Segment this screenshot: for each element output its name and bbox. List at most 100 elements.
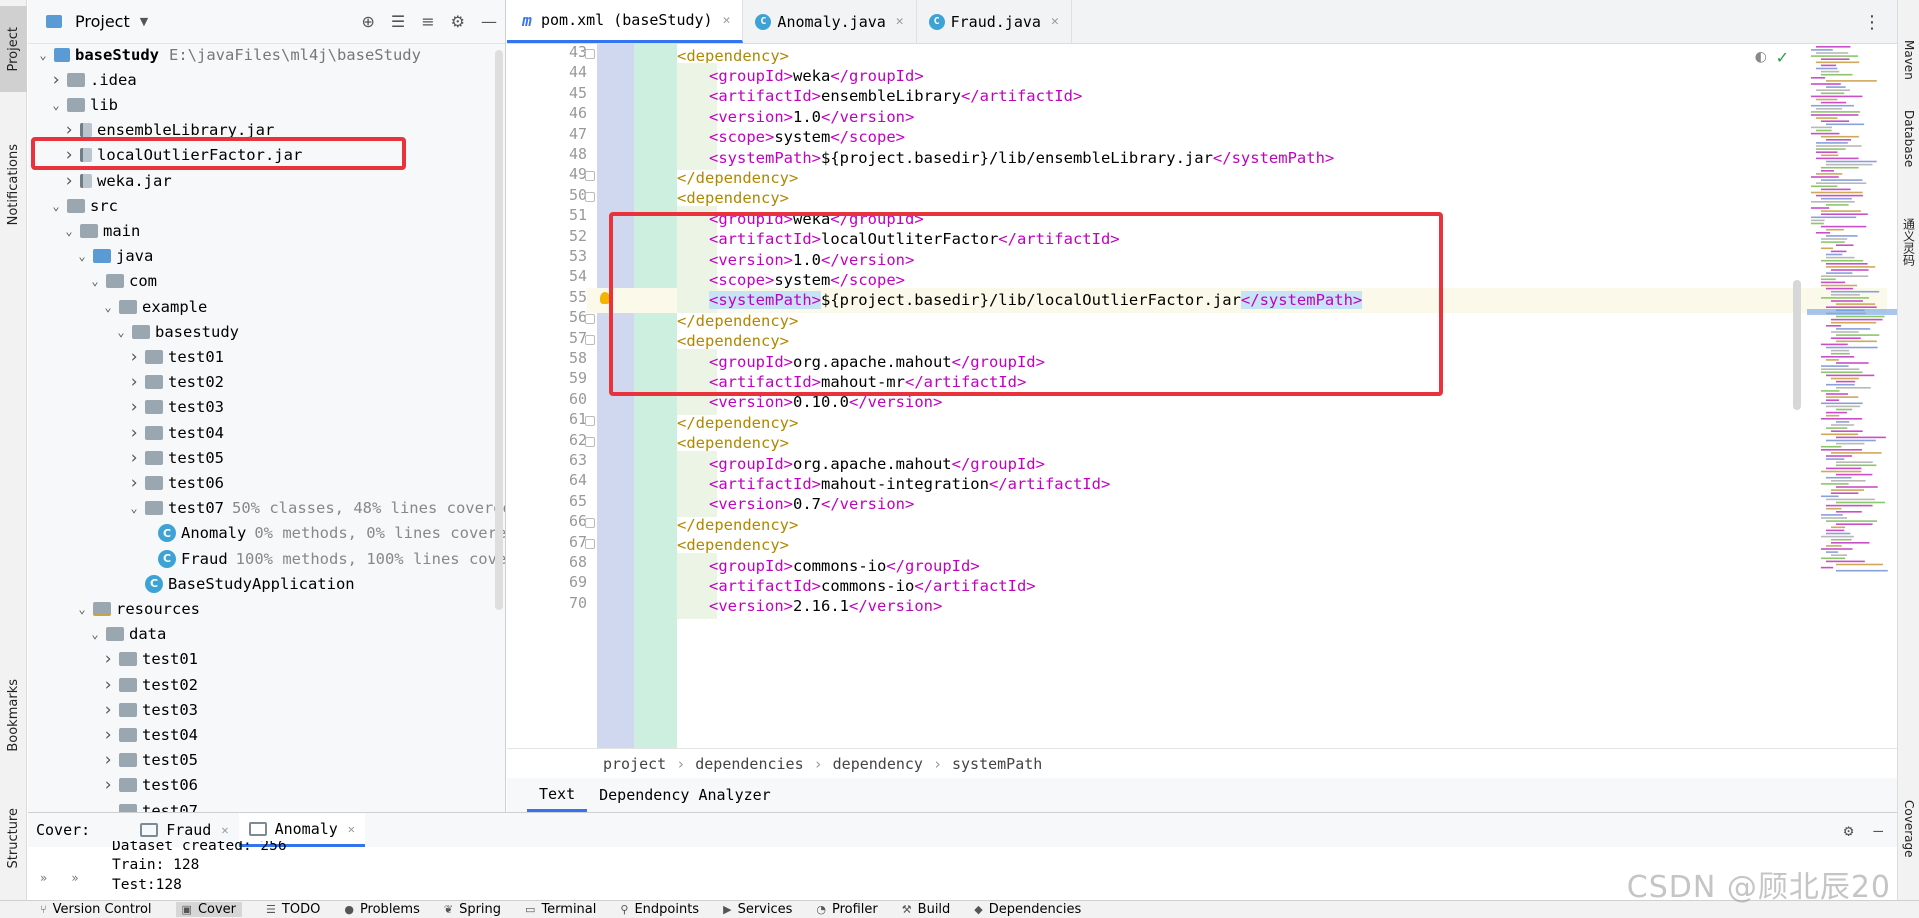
bookmarks-tool-tab[interactable]: Bookmarks	[0, 665, 27, 765]
tree-item[interactable]: ⌄ test07 50% classes, 48% lines covered	[127, 496, 505, 521]
editor-tab[interactable]: C Anomaly.java ✕	[743, 0, 917, 43]
minimap-viewport[interactable]	[1807, 309, 1897, 315]
chevron-down-icon[interactable]: ⌄	[101, 804, 115, 813]
chevron-down-icon[interactable]: ⌄	[75, 602, 89, 616]
fold-marker-icon[interactable]	[585, 171, 595, 182]
chevron-down-icon[interactable]: ⌄	[62, 224, 76, 238]
breadcrumb-item[interactable]: project	[603, 755, 666, 773]
chevron-right-icon[interactable]: ›	[127, 448, 141, 468]
tree-item[interactable]: ⌄ com	[88, 269, 157, 294]
tree-item[interactable]: › .idea	[49, 67, 137, 92]
project-scrollbar[interactable]	[495, 50, 503, 610]
tree-item[interactable]: ⌄ src	[49, 193, 118, 218]
close-icon[interactable]: ✕	[896, 14, 904, 29]
tree-item[interactable]: ⌄ lib	[49, 92, 118, 117]
tool-window-button[interactable]: ⚲ Endpoints	[620, 902, 699, 917]
tree-item[interactable]: › test02	[127, 370, 224, 395]
tree-item[interactable]: › test06	[127, 470, 224, 495]
tree-item[interactable]: › test04	[101, 722, 198, 747]
chevron-right-icon[interactable]: ›	[127, 423, 141, 443]
tree-item[interactable]: ⌄ data	[88, 622, 166, 647]
chevron-right-icon[interactable]: ›	[62, 171, 76, 191]
chevron-down-icon[interactable]: ⌄	[49, 199, 63, 213]
tool-window-button[interactable]: ⚒ Build	[902, 902, 951, 917]
hide-icon[interactable]: —	[481, 12, 497, 31]
chevron-right-icon[interactable]: ›	[127, 473, 141, 493]
chevron-down-icon[interactable]: ⌄	[88, 627, 102, 641]
tree-item[interactable]: › test06	[101, 773, 198, 798]
tool-window-button[interactable]: ◆ Dependencies	[974, 902, 1081, 917]
tree-item[interactable]: › weka.jar	[62, 168, 172, 193]
reader-mode-icon[interactable]: ◐	[1755, 49, 1767, 65]
fold-marker-icon[interactable]	[585, 191, 595, 202]
tool-window-button[interactable]: ⑂ Version Control	[40, 902, 152, 917]
chevron-down-icon[interactable]: ⌄	[36, 48, 50, 62]
close-icon[interactable]: ✕	[221, 823, 228, 837]
project-view-selector[interactable]: Project	[75, 12, 130, 31]
fold-marker-icon[interactable]	[585, 518, 595, 529]
tree-item[interactable]: › test04	[127, 420, 224, 445]
chevron-right-icon[interactable]: ›	[101, 750, 115, 770]
tree-item[interactable]: › test01	[127, 344, 224, 369]
notifications-tool-tab[interactable]: Notifications	[0, 120, 27, 250]
expand-icon[interactable]: »	[71, 871, 78, 901]
chevron-right-icon[interactable]: ›	[127, 347, 141, 367]
fold-marker-icon[interactable]	[585, 314, 595, 325]
tree-item[interactable]: › test05	[127, 445, 224, 470]
hide-icon[interactable]: —	[1873, 821, 1883, 840]
tree-item[interactable]: › test01	[101, 647, 198, 672]
tree-item[interactable]: › test05	[101, 748, 198, 773]
chevron-right-icon[interactable]: ›	[101, 725, 115, 745]
close-icon[interactable]: ✕	[1051, 14, 1059, 29]
chevron-right-icon[interactable]: ›	[101, 649, 115, 669]
tree-item[interactable]: ⌄ resources	[75, 596, 200, 621]
tree-item[interactable]: › test02	[101, 672, 198, 697]
tool-window-button[interactable]: ☰ TODO	[266, 902, 320, 917]
coverage-tool-tab[interactable]: Coverage	[1898, 800, 1919, 858]
tool-window-button[interactable]: ❦ Spring	[444, 902, 501, 917]
project-tool-tab[interactable]: Project	[0, 6, 27, 92]
plugin-tool-tab[interactable]: 通义灵码	[1898, 218, 1919, 266]
fold-marker-icon[interactable]	[585, 334, 595, 345]
fold-marker-icon[interactable]	[585, 538, 595, 549]
tree-item[interactable]: ⌄ baseStudy E:\javaFiles\ml4j\baseStudy	[36, 42, 421, 67]
tree-item[interactable]: ⌄ main	[62, 218, 140, 243]
chevron-down-icon[interactable]: ⌄	[101, 300, 115, 314]
tree-item[interactable]: ⌄ test07	[101, 798, 198, 812]
tree-item[interactable]: ⌄ basestudy	[114, 319, 239, 344]
chevron-down-icon[interactable]: ⌄	[114, 325, 128, 339]
tree-item[interactable]: ⌄ example	[101, 294, 207, 319]
tree-item[interactable]: › test03	[101, 697, 198, 722]
chevron-down-icon[interactable]: ▼	[140, 15, 148, 28]
fold-marker-icon[interactable]	[585, 416, 595, 427]
fold-marker-icon[interactable]	[585, 49, 595, 59]
tree-item[interactable]: C Anomaly 0% methods, 0% lines covered	[140, 521, 505, 546]
tool-window-button[interactable]: ▭ Terminal	[525, 902, 596, 917]
chevron-right-icon[interactable]: ›	[101, 700, 115, 720]
gear-icon[interactable]: ⚙	[451, 12, 465, 31]
chevron-right-icon[interactable]: ›	[127, 372, 141, 392]
editor-tab[interactable]: m pom.xml (baseStudy) ✕	[507, 0, 744, 43]
tab-dependency-analyzer[interactable]: Dependency Analyzer	[587, 780, 783, 810]
tool-window-button[interactable]: ▣ Cover	[175, 902, 243, 917]
collapse-all-icon[interactable]: ≡	[421, 12, 434, 31]
tool-window-button[interactable]: ● Problems	[344, 902, 420, 917]
database-tool-tab[interactable]: Database	[1898, 110, 1919, 167]
locate-icon[interactable]: ⊕	[362, 12, 375, 31]
tree-item[interactable]: › test03	[127, 395, 224, 420]
close-icon[interactable]: ✕	[723, 13, 731, 28]
chevron-down-icon[interactable]: ⌄	[88, 274, 102, 288]
fold-marker-icon[interactable]	[585, 436, 595, 447]
tab-text[interactable]: Text	[527, 779, 588, 812]
editor-scrollbar[interactable]	[1793, 280, 1801, 410]
more-tabs-icon[interactable]: ⋮	[1863, 12, 1881, 33]
tree-item[interactable]: C BaseStudyApplication	[127, 571, 355, 596]
tree-item[interactable]: ⌄ java	[75, 244, 153, 269]
chevron-right-icon[interactable]: ›	[49, 70, 63, 90]
chevron-right-icon[interactable]: ›	[127, 397, 141, 417]
no-problems-icon[interactable]: ✓	[1776, 48, 1789, 67]
breadcrumb-item[interactable]: dependencies	[695, 755, 803, 773]
close-icon[interactable]: ✕	[348, 822, 355, 836]
maven-tool-tab[interactable]: Maven	[1898, 40, 1919, 80]
structure-tool-tab[interactable]: Structure	[0, 788, 27, 888]
